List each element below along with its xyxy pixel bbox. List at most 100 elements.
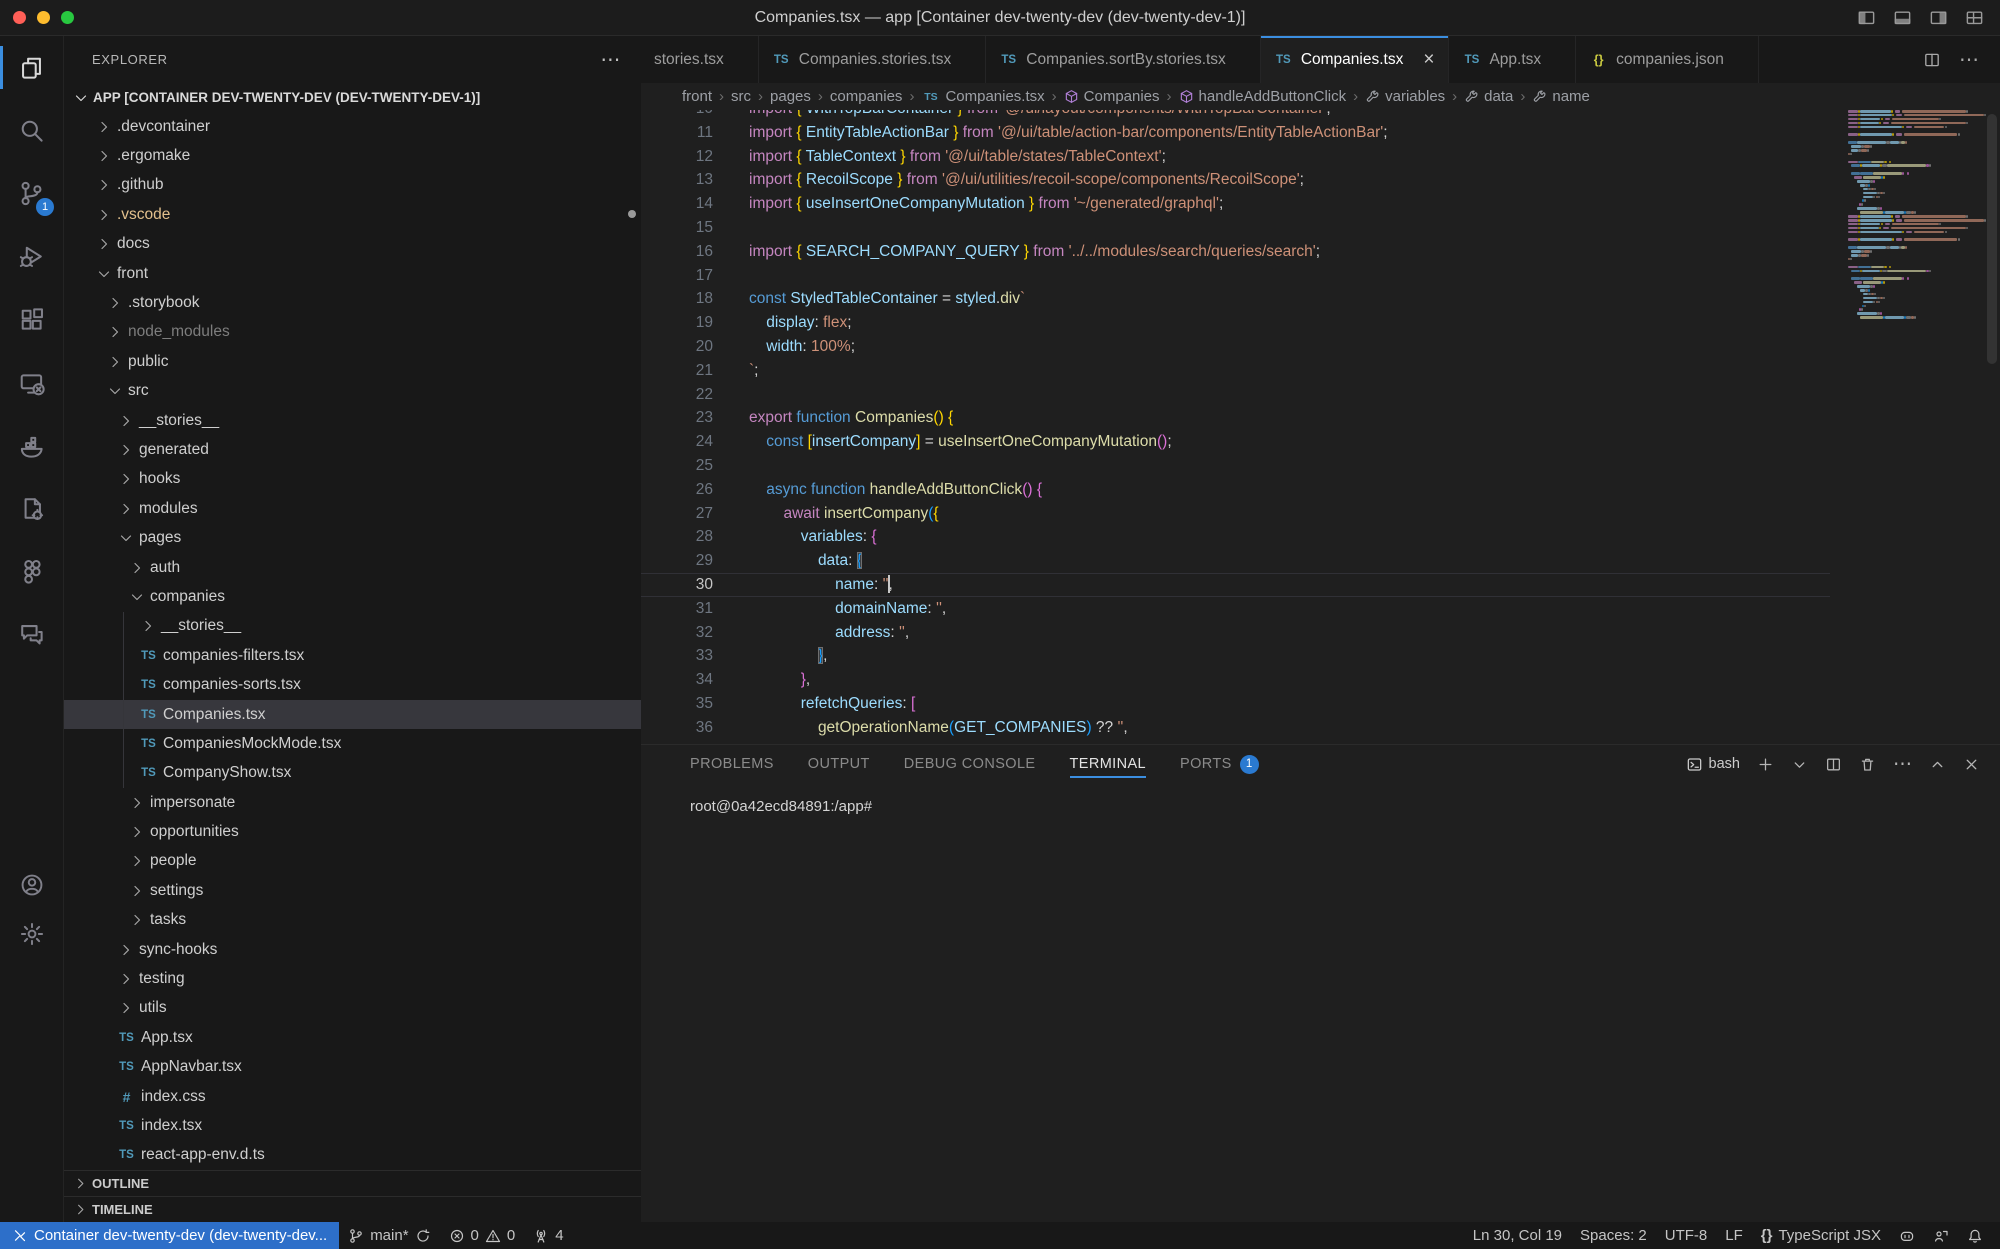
breadcrumb-item[interactable]: companies [830,88,903,105]
maximize-panel-icon[interactable] [1929,756,1946,773]
code-line[interactable]: 11import { EntityTableActionBar } from '… [641,121,1830,145]
editor-tab[interactable]: {}companies.json [1576,36,1759,83]
tree-item[interactable]: pages [64,523,641,552]
breadcrumb-item[interactable]: front [682,88,712,105]
code-line[interactable]: 35refetchQueries: [ [641,692,1830,716]
tree-item[interactable]: people [64,847,641,876]
activity-item-figma[interactable] [0,540,63,603]
activity-item-accounts[interactable] [0,865,64,905]
line-number[interactable]: 29 [641,549,749,573]
editor-tab[interactable]: TSCompanies.tsx × [1261,36,1450,83]
close-window-button[interactable] [13,11,26,24]
tree-item[interactable]: __stories__ [64,406,641,435]
activity-item-extensions[interactable] [0,288,63,351]
code-line[interactable]: 33}, [641,644,1830,668]
tree-item[interactable]: settings [64,876,641,905]
status-encoding[interactable]: UTF-8 [1656,1222,1717,1249]
line-number[interactable]: 10 [641,110,749,121]
tree-item[interactable]: utils [64,994,641,1023]
code-line[interactable]: 32address: '', [641,621,1830,645]
code-line[interactable]: 25 [641,454,1830,478]
status-copilot[interactable] [1890,1222,1924,1249]
new-terminal-icon[interactable] [1757,756,1774,773]
code-line[interactable]: 21`; [641,359,1830,383]
panel-tab-terminal[interactable]: TERMINAL [1070,745,1147,783]
timeline-section[interactable]: TIMELINE [64,1196,641,1222]
tree-item[interactable]: .storybook [64,288,641,317]
line-number[interactable]: 21 [641,359,749,383]
line-number[interactable]: 25 [641,454,749,478]
breadcrumb-item[interactable]: variables [1365,88,1445,105]
tree-item[interactable]: auth [64,553,641,582]
activity-item-search[interactable] [0,99,63,162]
tree-item[interactable]: generated [64,435,641,464]
activity-item-run-debug[interactable] [0,225,63,288]
tree-item[interactable]: impersonate [64,788,641,817]
code-line[interactable]: 12import { TableContext } from '@/ui/tab… [641,145,1830,169]
workspace-section-header[interactable]: APP [CONTAINER DEV-TWENTY-DEV (DEV-TWENT… [64,83,641,112]
status-remote-indicator[interactable]: Container dev-twenty-dev (dev-twenty-dev… [0,1222,339,1249]
code-line[interactable]: 30name: '', [641,573,1830,597]
line-number[interactable]: 27 [641,502,749,526]
breadcrumb-item[interactable]: name [1532,88,1590,105]
code-line[interactable]: 19display: flex; [641,311,1830,335]
line-number[interactable]: 22 [641,383,749,407]
customize-layout-icon[interactable] [1965,8,1984,27]
tree-item[interactable]: TSindex.tsx [64,1111,641,1140]
tree-item[interactable]: public [64,347,641,376]
activity-item-remote-explorer[interactable] [0,351,63,414]
status-notifications[interactable] [1958,1222,1992,1249]
line-number[interactable]: 11 [641,121,749,145]
line-number[interactable]: 35 [641,692,749,716]
code-line[interactable]: 31domainName: '', [641,597,1830,621]
tree-item[interactable]: companies [64,582,641,611]
line-number[interactable]: 18 [641,287,749,311]
line-number[interactable]: 20 [641,335,749,359]
line-number[interactable]: 32 [641,621,749,645]
breadcrumb-item[interactable]: Companies [1064,88,1160,105]
editor-tab[interactable]: TSCompanies.sortBy.stories.tsx [986,36,1261,83]
tree-item[interactable]: TSCompaniesMockMode.tsx [64,729,641,758]
tree-item[interactable]: TSApp.tsx [64,1023,641,1052]
code-editor[interactable]: 10import { WithTopBarContainer } from '@… [641,110,2000,744]
tree-item[interactable]: docs [64,230,641,259]
status-language-mode[interactable]: {} TypeScript JSX [1752,1222,1890,1249]
layout-sidebar-left-icon[interactable] [1857,8,1876,27]
code-line[interactable]: 18const StyledTableContainer = styled.di… [641,287,1830,311]
code-line[interactable]: 17 [641,264,1830,288]
code-line[interactable]: 24const [insertCompany] = useInsertOneCo… [641,430,1830,454]
status-forwarded-ports[interactable]: 4 [524,1222,572,1249]
tree-item[interactable]: .vscode [64,200,641,229]
split-editor-icon[interactable] [1923,51,1941,69]
tree-item[interactable]: opportunities [64,817,641,846]
line-number[interactable]: 31 [641,597,749,621]
status-feedback[interactable] [1924,1222,1958,1249]
line-number[interactable]: 24 [641,430,749,454]
tree-item[interactable]: tasks [64,906,641,935]
tree-item[interactable]: node_modules [64,318,641,347]
line-number[interactable]: 28 [641,525,749,549]
line-number[interactable]: 16 [641,240,749,264]
line-number[interactable]: 23 [641,406,749,430]
more-actions-icon[interactable]: ⋯ [1893,753,1912,776]
close-panel-icon[interactable] [1963,756,1980,773]
tree-item[interactable]: TSreact-app-env.d.ts [64,1141,641,1170]
code-line[interactable]: 14import { useInsertOneCompanyMutation }… [641,192,1830,216]
tree-item[interactable]: src [64,377,641,406]
terminal[interactable]: root@0a42ecd84891:/app# [641,783,2000,1222]
tree-item[interactable]: testing [64,964,641,993]
layout-sidebar-right-icon[interactable] [1929,8,1948,27]
editor-tab[interactable]: TSApp.tsx [1449,36,1576,83]
panel-tab-ports[interactable]: PORTS1 [1180,745,1259,783]
code-line[interactable]: 15 [641,216,1830,240]
views-and-more-actions-icon[interactable]: ⋯ [600,47,621,72]
more-actions-icon[interactable]: ⋯ [1959,47,1980,72]
tree-item[interactable]: TScompanies-filters.tsx [64,641,641,670]
code-line[interactable]: 29data: { [641,549,1830,573]
code-line[interactable]: 22 [641,383,1830,407]
panel-tab-problems[interactable]: PROBLEMS [690,745,774,783]
breadcrumb-item[interactable]: data [1464,88,1513,105]
panel-tab-output[interactable]: OUTPUT [808,745,870,783]
tree-item[interactable]: .github [64,171,641,200]
launch-profile-icon[interactable] [1791,756,1808,773]
